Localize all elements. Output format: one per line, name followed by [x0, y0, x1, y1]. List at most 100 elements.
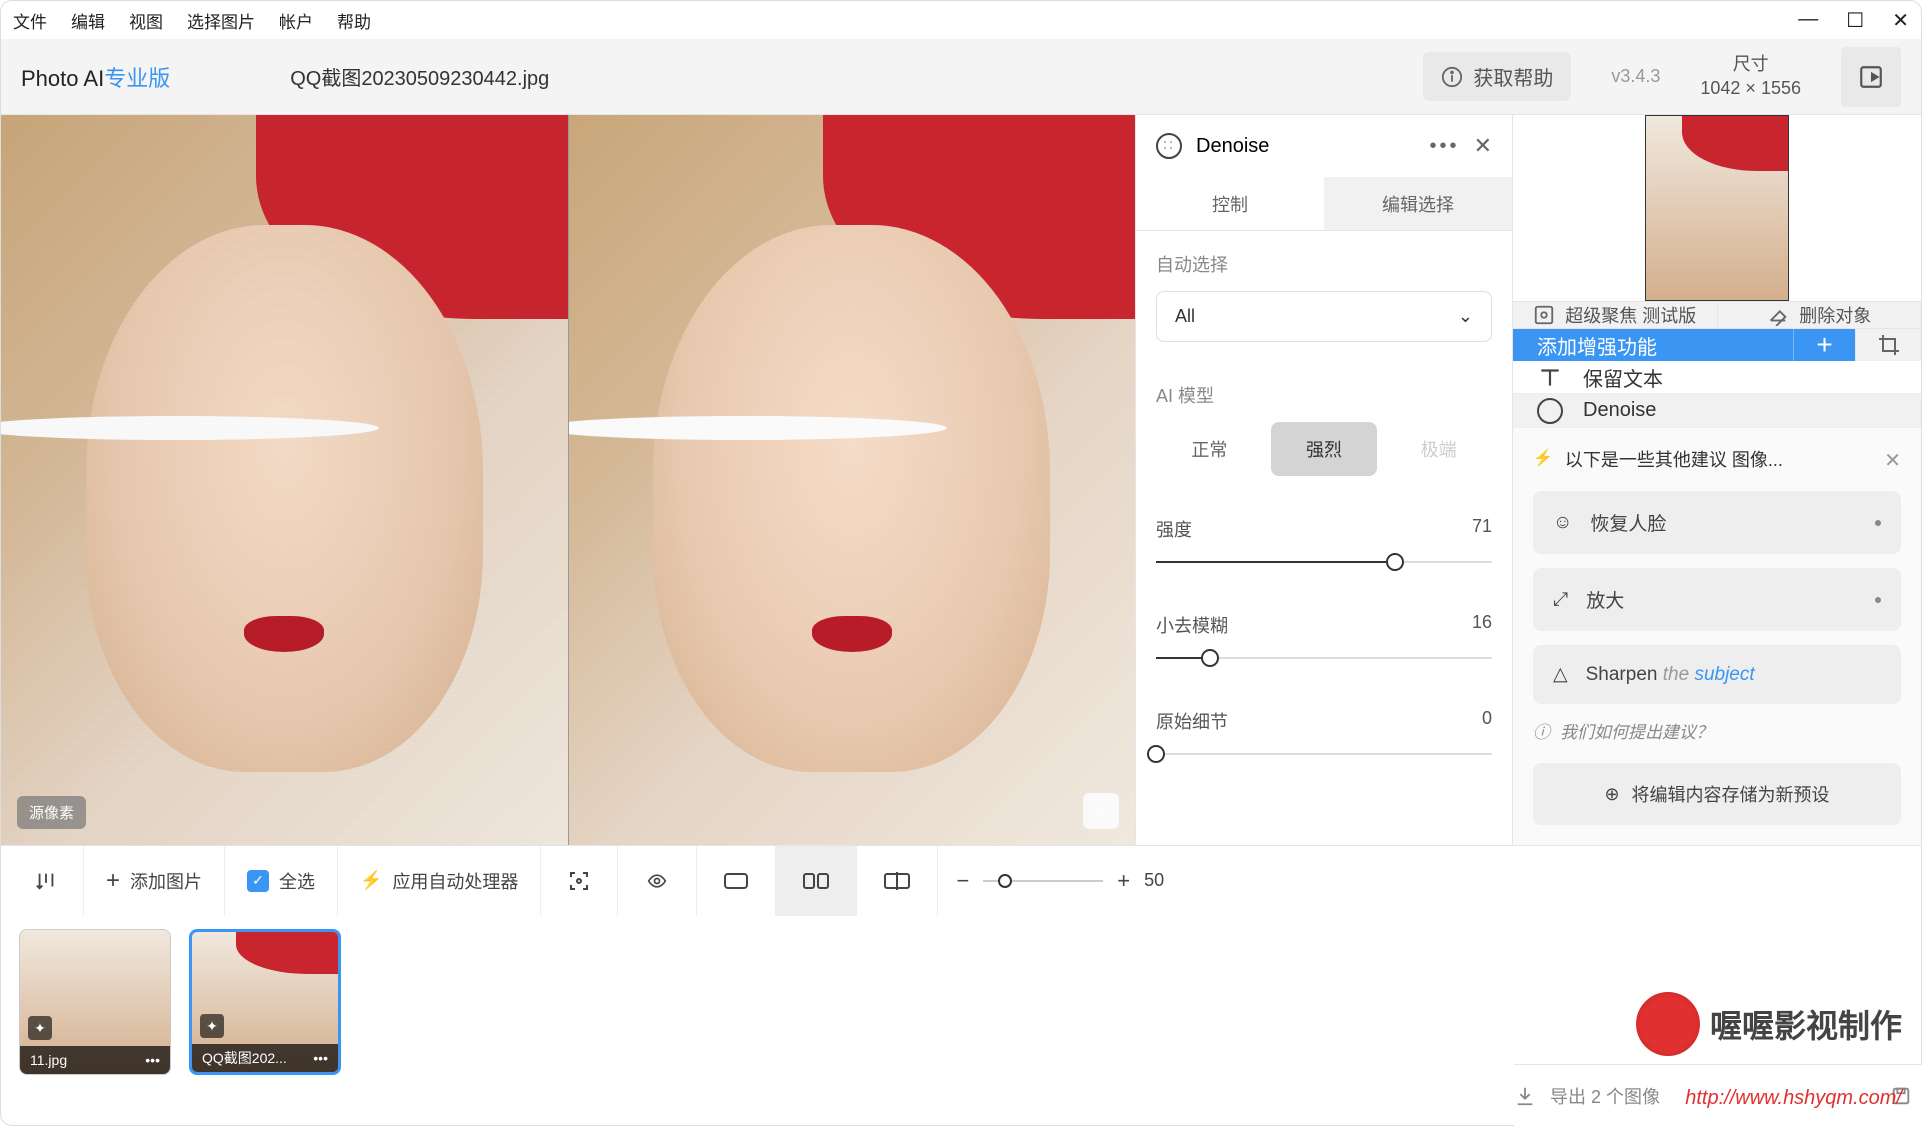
- menu-file[interactable]: 文件: [13, 8, 47, 33]
- navigator[interactable]: [1513, 115, 1921, 301]
- suggest-sharpen-button[interactable]: △ Sharpen the subject: [1533, 645, 1901, 704]
- single-view-button[interactable]: [697, 846, 776, 916]
- intensity-label: 强度: [1156, 516, 1192, 542]
- eraser-icon: [1767, 304, 1789, 326]
- bolt-icon: ⚡: [1533, 448, 1553, 468]
- add-enhance-plus-icon[interactable]: +: [1793, 329, 1855, 361]
- suggest-close-icon[interactable]: ✕: [1884, 448, 1901, 473]
- tab-control[interactable]: 控制: [1136, 177, 1324, 230]
- focus-icon: [1533, 304, 1555, 326]
- focus-view-button[interactable]: [541, 846, 618, 916]
- preview-after: ✓: [569, 115, 1136, 845]
- bolt-icon: ⚡: [360, 870, 382, 891]
- detail-value: 0: [1482, 708, 1492, 734]
- zoom-value: 50: [1144, 870, 1164, 891]
- queue-toggle-button[interactable]: [1841, 47, 1901, 107]
- face-icon: ☺: [1553, 512, 1572, 534]
- filmstrip-item[interactable]: ✦ 11.jpg •••: [19, 929, 171, 1075]
- suggest-help-link[interactable]: ⓘ 我们如何提出建议？: [1533, 718, 1901, 743]
- filmstrip-item[interactable]: ✦ QQ截图202...•••: [189, 929, 341, 1075]
- magic-icon: ✦: [28, 1016, 52, 1040]
- deblur-slider[interactable]: [1156, 648, 1492, 668]
- zoom-in-button[interactable]: +: [1117, 868, 1130, 894]
- right-sidebar: 超级聚焦 测试版 删除对象 添加增强功能 + 保留文本 Denoise ⚡: [1513, 115, 1921, 845]
- split-view-button[interactable]: [776, 846, 857, 916]
- add-enhance-button[interactable]: 添加增强功能: [1513, 329, 1793, 361]
- bottom-toolbar: + 添加图片 ✓ 全选 ⚡ 应用自动处理器 − + 50: [1, 845, 1921, 915]
- slider-compare-icon: [883, 872, 911, 890]
- chevron-down-icon: ⌄: [1458, 306, 1473, 327]
- window-maximize-icon[interactable]: ☐: [1846, 8, 1864, 33]
- single-icon: [723, 872, 749, 890]
- before-label: 源像素: [17, 796, 86, 829]
- preserve-text-item[interactable]: 保留文本: [1513, 361, 1921, 394]
- dimensions-display: 尺寸 1042 × 1556: [1700, 53, 1801, 100]
- filmstrip-name: 11.jpg: [30, 1052, 67, 1068]
- slider-view-button[interactable]: [857, 846, 938, 916]
- expand-icon: ⤢: [1553, 589, 1568, 611]
- version-label: v3.4.3: [1611, 66, 1660, 87]
- filmstrip: ✦ 11.jpg ••• ✦ QQ截图202...•••: [1, 915, 1921, 1075]
- window-close-icon[interactable]: ✕: [1892, 8, 1909, 33]
- superfocus-button[interactable]: 超级聚焦 测试版: [1513, 302, 1718, 328]
- denoise-panel: Denoise ••• ✕ 控制 编辑选择 自动选择 All ⌄ AI 模型 正…: [1135, 115, 1513, 845]
- plus-circle-icon: ⊕: [1604, 784, 1619, 805]
- panel-title: Denoise: [1196, 135, 1269, 158]
- triangle-icon: △: [1553, 663, 1568, 686]
- select-all-button[interactable]: ✓ 全选: [225, 846, 338, 916]
- ai-model-label: AI 模型: [1156, 382, 1492, 408]
- suggest-header: 以下是一些其他建议 图像...: [1565, 448, 1872, 473]
- menubar: 文件 编辑 视图 选择图片 帐户 帮助 — ☐ ✕: [1, 1, 1921, 39]
- panel-more-icon[interactable]: •••: [1430, 135, 1460, 158]
- sort-button[interactable]: [9, 846, 84, 916]
- scan-icon: [567, 869, 591, 893]
- info-icon: ⓘ: [1533, 718, 1550, 743]
- zoom-out-button[interactable]: −: [956, 868, 969, 894]
- crop-icon: [1877, 333, 1901, 357]
- tab-edit-select[interactable]: 编辑选择: [1324, 177, 1512, 230]
- after-check-icon[interactable]: ✓: [1083, 793, 1119, 829]
- intensity-slider[interactable]: [1156, 552, 1492, 572]
- more-icon[interactable]: •••: [145, 1052, 160, 1068]
- panel-right-icon: [1858, 64, 1884, 90]
- eye-view-button[interactable]: [618, 846, 697, 916]
- remove-object-button[interactable]: 删除对象: [1718, 302, 1922, 328]
- model-strong[interactable]: 强烈: [1271, 422, 1378, 476]
- auto-select-label: 自动选择: [1156, 251, 1492, 277]
- current-filename: QQ截图20230509230442.jpg: [290, 62, 549, 91]
- panel-close-icon[interactable]: ✕: [1474, 133, 1492, 159]
- model-extreme[interactable]: 极端: [1385, 422, 1492, 476]
- denoise-item[interactable]: Denoise: [1513, 394, 1921, 427]
- suggest-enlarge-button[interactable]: ⤢ 放大: [1533, 568, 1901, 631]
- watermark: 喔喔影视制作: [1636, 992, 1902, 1056]
- deblur-label: 小去模糊: [1156, 612, 1228, 638]
- menu-view[interactable]: 视图: [129, 8, 163, 33]
- magic-icon: ✦: [200, 1014, 224, 1038]
- export-icon: [1514, 1085, 1536, 1107]
- autoprocess-button[interactable]: ⚡ 应用自动处理器: [338, 846, 541, 916]
- split-icon: [802, 872, 830, 890]
- save-preset-button[interactable]: ⊕ 将编辑内容存储为新预设: [1533, 763, 1901, 825]
- model-normal[interactable]: 正常: [1156, 422, 1263, 476]
- add-image-button[interactable]: + 添加图片: [84, 846, 225, 916]
- zoom-slider[interactable]: [983, 880, 1103, 882]
- menu-account[interactable]: 帐户: [279, 8, 313, 33]
- more-icon[interactable]: •••: [313, 1050, 328, 1066]
- topbar: Photo AI专业版 QQ截图20230509230442.jpg 获取帮助 …: [1, 39, 1921, 115]
- crop-button[interactable]: [1855, 329, 1921, 361]
- window-minimize-icon[interactable]: —: [1798, 8, 1818, 33]
- text-icon: [1537, 364, 1563, 390]
- denoise-icon: [1537, 398, 1563, 424]
- preview-compare[interactable]: 源像素 ✓: [1, 115, 1135, 845]
- auto-select-dropdown[interactable]: All ⌄: [1156, 291, 1492, 342]
- preview-before: 源像素: [1, 115, 569, 845]
- suggest-face-button[interactable]: ☺ 恢复人脸: [1533, 491, 1901, 554]
- denoise-icon: [1156, 133, 1182, 159]
- menu-select-image[interactable]: 选择图片: [187, 8, 255, 33]
- menu-edit[interactable]: 编辑: [71, 8, 105, 33]
- sort-icon: [35, 870, 57, 892]
- get-help-button[interactable]: 获取帮助: [1423, 52, 1571, 101]
- menu-help[interactable]: 帮助: [337, 8, 371, 33]
- detail-slider[interactable]: [1156, 744, 1492, 764]
- eye-icon: [644, 871, 670, 891]
